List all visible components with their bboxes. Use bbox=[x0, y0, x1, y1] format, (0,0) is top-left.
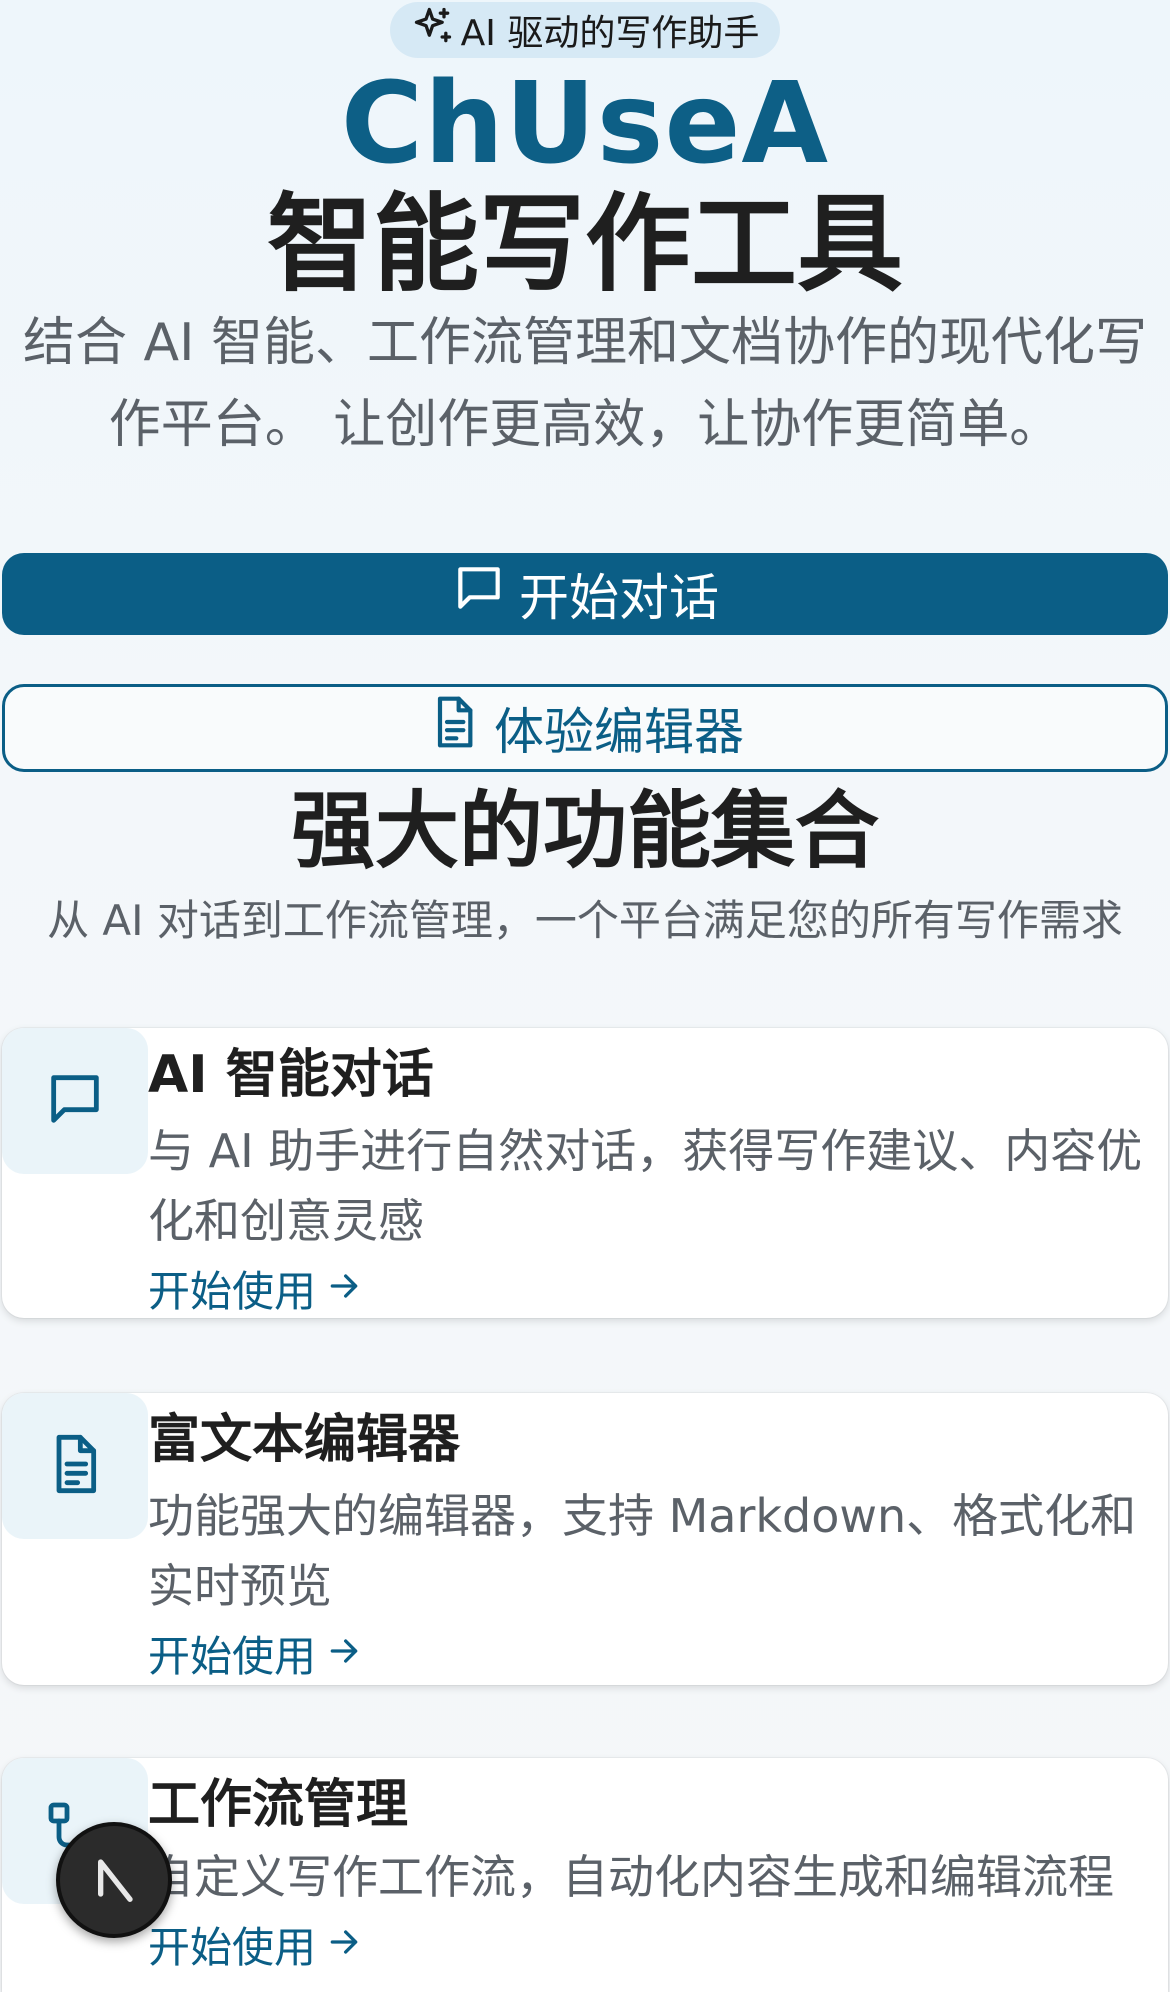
feature-card-link[interactable]: 开始使用 bbox=[148, 1920, 364, 1976]
feature-card-rich-text-editor[interactable]: 富文本编辑器 功能强大的编辑器，支持 Markdown、格式化和实时预览 开始使… bbox=[2, 1393, 1168, 1685]
arrow-right-icon bbox=[324, 1629, 364, 1685]
arrow-right-icon bbox=[324, 1264, 364, 1320]
features-title: 强大的功能集合 bbox=[290, 782, 879, 880]
feature-card-description: 自定义写作工作流，自动化内容生成和编辑流程 bbox=[148, 1850, 1114, 1904]
sparkles-icon bbox=[411, 4, 455, 57]
feature-card-workflow[interactable]: 工作流管理 自定义写作工作流，自动化内容生成和编辑流程 开始使用 bbox=[2, 1758, 1168, 1992]
start-chat-button-label: 开始对话 bbox=[519, 569, 719, 627]
message-square-icon bbox=[43, 1067, 107, 1135]
hero-headline: 智能写作工具 bbox=[267, 183, 903, 306]
arrow-right-icon bbox=[324, 1920, 364, 1976]
file-text-icon bbox=[43, 1432, 107, 1500]
n-logo-icon bbox=[82, 1846, 146, 1914]
feature-card-title: 工作流管理 bbox=[148, 1775, 409, 1835]
feature-card-description: 与 AI 助手进行自然对话，获得写作建议、内容优化和创意灵感 bbox=[148, 1124, 1143, 1248]
file-text-icon bbox=[426, 694, 482, 762]
feature-card-link-label: 开始使用 bbox=[148, 1267, 317, 1316]
hero-subtitle: 结合 AI 智能、工作流管理和文档协作的现代化写作平台。 让创作更高效，让协作更… bbox=[23, 313, 1147, 455]
floating-assistant-button[interactable] bbox=[56, 1822, 172, 1938]
try-editor-button[interactable]: 体验编辑器 bbox=[2, 684, 1168, 772]
brand-title: ChUseA bbox=[340, 59, 830, 189]
start-chat-button[interactable]: 开始对话 bbox=[2, 553, 1168, 635]
feature-card-ai-chat[interactable]: AI 智能对话 与 AI 助手进行自然对话，获得写作建议、内容优化和创意灵感 开… bbox=[2, 1028, 1168, 1318]
feature-card-link[interactable]: 开始使用 bbox=[148, 1629, 364, 1685]
feature-card-link-label: 开始使用 bbox=[148, 1923, 317, 1972]
feature-card-title: 富文本编辑器 bbox=[148, 1410, 461, 1470]
hero-badge: AI 驱动的写作助手 bbox=[390, 2, 780, 58]
message-square-icon bbox=[451, 560, 507, 628]
try-editor-button-label: 体验编辑器 bbox=[494, 703, 744, 761]
feature-icon-box bbox=[2, 1393, 148, 1539]
feature-icon-box bbox=[2, 1028, 148, 1174]
feature-card-title: AI 智能对话 bbox=[148, 1045, 434, 1105]
feature-card-description: 功能强大的编辑器，支持 Markdown、格式化和实时预览 bbox=[148, 1489, 1137, 1613]
feature-card-link-label: 开始使用 bbox=[148, 1632, 317, 1681]
feature-card-link[interactable]: 开始使用 bbox=[148, 1264, 364, 1320]
hero-badge-label: AI 驱动的写作助手 bbox=[460, 13, 760, 54]
features-subtitle: 从 AI 对话到工作流管理，一个平台满足您的所有写作需求 bbox=[47, 896, 1123, 945]
